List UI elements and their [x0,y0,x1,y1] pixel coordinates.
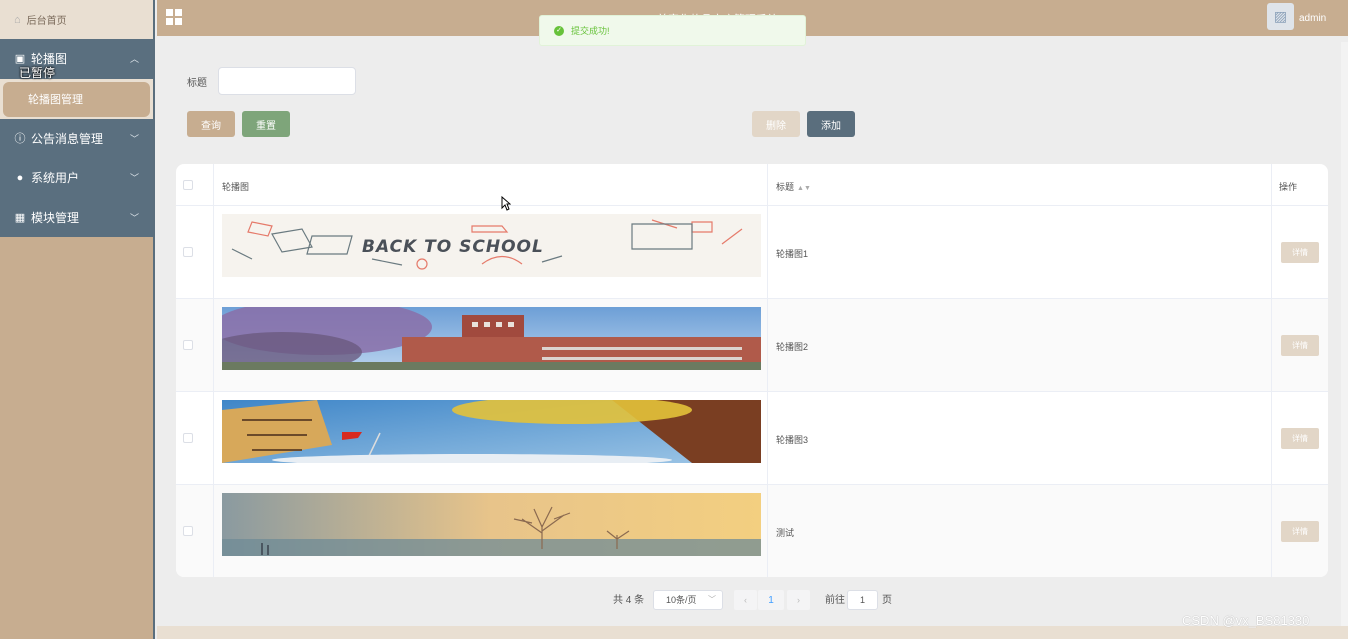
menu-toggle-icon[interactable] [166,9,182,25]
row-title: 轮播图1 [776,249,809,259]
sidebar-item-home[interactable]: ⌂ 后台首页 [0,0,153,39]
table-row: 轮播图2 详情 [176,299,1328,392]
chevron-left-icon: ‹ [744,595,747,605]
add-button[interactable]: 添加 [807,111,855,137]
sidebar: ⌂ 后台首页 ▣ 轮播图 ︿ 轮播图管理 ⓘ 公告消息管理 ﹀ ● 系统用户 ﹀… [0,0,155,639]
column-header-sortable[interactable]: 标题 ▲▼ [776,180,811,193]
sidebar-item-modules[interactable]: ▦ 模块管理 ﹀ [0,198,153,238]
home-icon: ⌂ [14,13,21,26]
column-header-label: 标题 [776,182,795,192]
row-title: 测试 [776,528,795,538]
sidebar-item-users[interactable]: ● 系统用户 ﹀ [0,158,153,198]
username[interactable]: admin [1299,13,1326,24]
title-filter-input[interactable] [218,67,356,95]
reset-button[interactable]: 重置 [242,111,290,137]
sidebar-item-carousel-manage[interactable]: 轮播图管理 [3,81,150,117]
carousel-image: BACK TO SCHOOL [222,214,761,277]
toast-message: 提交成功! [571,26,610,36]
sidebar-item-announcements[interactable]: ⓘ 公告消息管理 ﹀ [0,119,153,159]
delete-button[interactable]: 删除 [752,111,800,137]
table-header: 轮播图 标题 ▲▼ 操作 [176,164,1328,206]
goto-label: 前往 [825,595,845,606]
chevron-down-icon: ﹀ [129,212,139,223]
avatar[interactable]: ▨ [1267,3,1294,30]
chevron-down-icon: ﹀ [129,173,139,184]
row-title: 轮播图2 [776,342,809,352]
detail-button[interactable]: 详情 [1281,335,1319,356]
sort-icon[interactable]: ▲▼ [797,185,811,192]
title-filter-label: 标题 [187,78,207,89]
carousel-image [222,493,761,556]
chevron-up-icon: ︿ [129,54,139,65]
success-toast: ✓ 提交成功! [539,15,806,46]
pagination-total: 共 4 条 [613,595,645,606]
prev-page-button[interactable]: ‹ [734,590,757,610]
watermark: CSDN @vx_BS81330 [1182,613,1310,628]
info-icon: ⓘ [14,133,26,146]
sidebar-item-label: 轮播图管理 [28,94,83,106]
paused-overlay: 已暂停 [19,66,56,80]
detail-button[interactable]: 详情 [1281,521,1319,542]
grid-icon: ▦ [14,211,26,224]
page-size-select[interactable]: 10条/页 ﹀ [653,590,723,610]
mouse-cursor-icon [501,196,511,211]
column-header: 操作 [1279,182,1298,192]
next-page-button[interactable]: › [787,590,810,610]
check-circle-icon: ✓ [554,25,564,36]
carousel-image [222,400,761,463]
chevron-down-icon: ﹀ [129,133,139,144]
footer-strip [157,626,1348,639]
table-row: 轮播图3 详情 [176,392,1328,485]
banner-text: BACK TO SCHOOL [362,237,544,257]
sidebar-item-label: 系统用户 [31,171,80,186]
sidebar-item-label: 公告消息管理 [31,131,104,146]
chevron-right-icon: › [797,595,800,605]
current-page[interactable]: 1 [758,590,784,610]
goto-suffix: 页 [882,595,892,606]
carousel-image [222,307,761,370]
select-all-checkbox[interactable] [183,180,193,190]
table-row: 测试 详情 [176,485,1328,577]
chevron-down-icon: ﹀ [708,595,716,604]
row-checkbox[interactable] [183,340,193,350]
sidebar-item-label: 模块管理 [31,210,80,225]
row-checkbox[interactable] [183,526,193,536]
page-size-value: 10条/页 [666,595,697,605]
detail-button[interactable]: 详情 [1281,428,1319,449]
query-button[interactable]: 查询 [187,111,235,137]
row-checkbox[interactable] [183,247,193,257]
column-header: 轮播图 [222,182,250,192]
user-icon: ● [16,171,24,184]
row-title: 轮播图3 [776,435,809,445]
table-row: BACK TO SCHOOL 轮播图1 详情 [176,206,1328,299]
sidebar-item-label: 后台首页 [26,16,67,27]
row-checkbox[interactable] [183,433,193,443]
carousel-table: 轮播图 标题 ▲▼ 操作 BACK TO SCHOOL 轮播图1 详情 轮播图2… [176,164,1328,577]
sidebar-submenu: 轮播图管理 [0,78,153,119]
scrollbar[interactable] [1341,42,1348,626]
goto-page-input[interactable]: 1 [847,590,878,610]
detail-button[interactable]: 详情 [1281,242,1319,263]
